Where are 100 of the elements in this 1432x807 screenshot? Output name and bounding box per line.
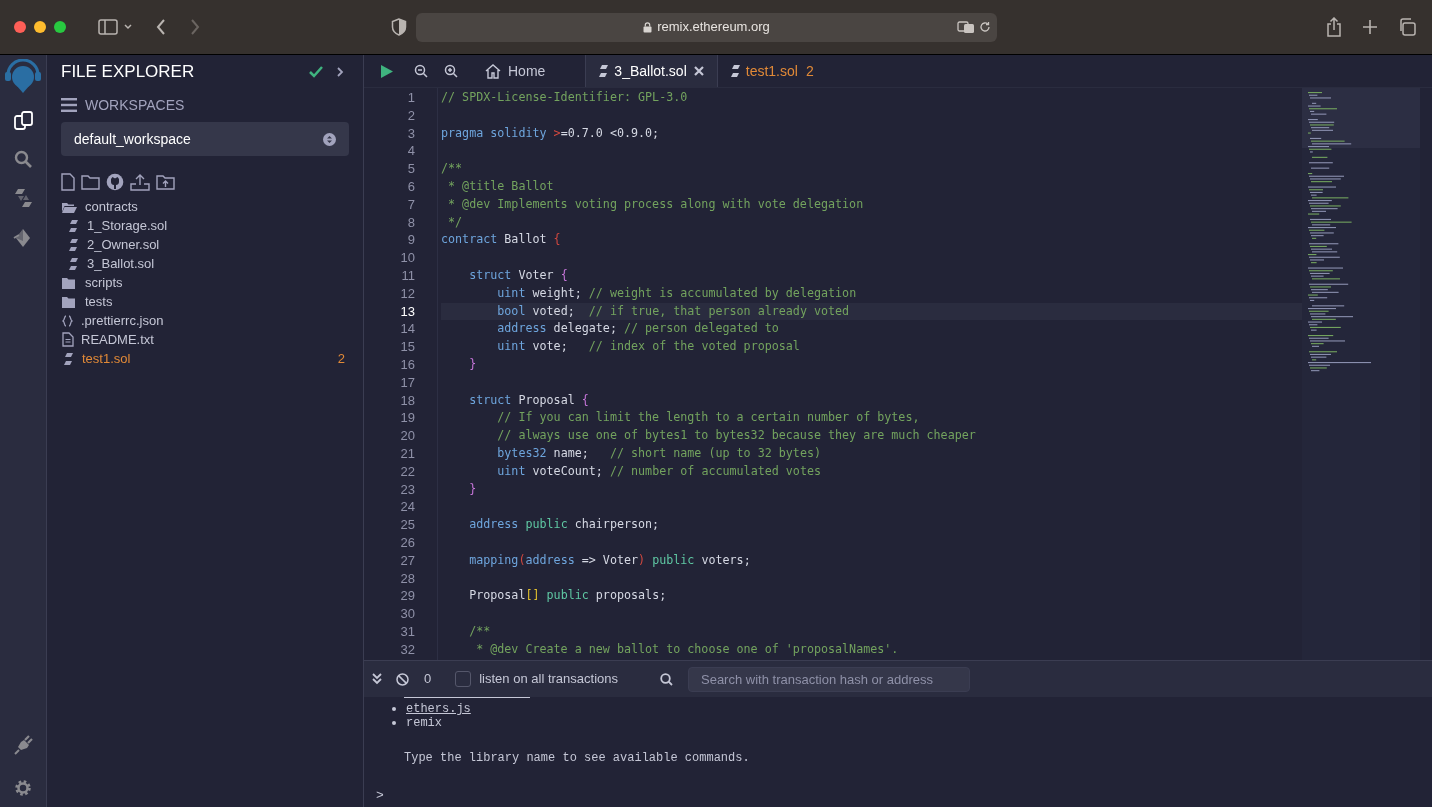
file-tree-item[interactable]: scripts: [61, 273, 349, 292]
code-token: pragma solidity: [441, 124, 548, 142]
address-bar[interactable]: remix.ethereum.org: [416, 12, 997, 42]
upload-folder-icon[interactable]: [156, 174, 175, 190]
settings-icon[interactable]: [14, 779, 32, 797]
line-number: 7: [406, 195, 416, 214]
listen-checkbox[interactable]: [455, 671, 472, 687]
zoom-out-icon[interactable]: [414, 64, 428, 78]
code-token: uint: [496, 284, 526, 302]
code-token: mapping: [468, 551, 519, 569]
select-arrows-icon: [323, 132, 336, 146]
library-link[interactable]: ethers.js: [406, 700, 471, 718]
file-tree-item[interactable]: .prettierrc.json: [61, 311, 349, 330]
line-number: 19: [399, 409, 416, 428]
shield-icon[interactable]: [391, 18, 407, 36]
code-comment: * @dev Implements voting process along with vote delegation: [447, 195, 864, 213]
code-token: {: [553, 231, 561, 249]
terminal-prompt[interactable]: >: [376, 785, 384, 805]
code-token: name;: [552, 444, 590, 462]
bullet-icon: [392, 707, 396, 711]
code-comment: // SPDX-License-Identifier: GPL-3.0: [441, 89, 688, 106]
reload-icon[interactable]: [979, 21, 991, 33]
tab-overview-icon[interactable]: [1398, 18, 1416, 36]
line-number: 23: [399, 480, 416, 499]
code-token: uint: [496, 338, 526, 356]
line-number: 24: [399, 498, 416, 517]
code-token: bool: [496, 302, 526, 320]
minimize-window-button[interactable]: [34, 21, 46, 33]
library-name: remix: [406, 715, 442, 732]
line-number: 4: [406, 142, 416, 161]
code-comment: // weight is accumulated by delegation: [588, 284, 857, 302]
menu-icon[interactable]: [61, 98, 77, 112]
code-token: voted;: [531, 302, 576, 320]
file-tree-item[interactable]: README.txt: [61, 330, 349, 349]
code-token: Ballot: [503, 231, 548, 249]
run-icon[interactable]: [380, 63, 394, 79]
line-number: 12: [399, 284, 416, 303]
transaction-search-field[interactable]: Search with transaction hash or address: [688, 666, 970, 692]
upload-icon[interactable]: [130, 173, 150, 191]
code-token: =0.7.0 <0.9.0;: [560, 124, 660, 142]
workspace-select[interactable]: default_workspace: [61, 122, 349, 156]
editor-tab[interactable]: 3_Ballot.sol: [585, 55, 718, 87]
search-icon[interactable]: [14, 150, 32, 168]
code-token: {: [581, 391, 589, 409]
editor-tab[interactable]: test1.sol 2: [717, 55, 826, 87]
back-icon[interactable]: [155, 18, 167, 36]
solidity-file-icon: [63, 351, 73, 366]
solidity-file-icon: [598, 64, 609, 78]
code-token: uint: [496, 462, 526, 480]
code-token: }: [468, 480, 477, 498]
file-tree-item[interactable]: 1_Storage.sol: [61, 216, 349, 235]
solidity-file-icon: [68, 256, 78, 271]
code-token: vote;: [531, 338, 569, 356]
files-icon[interactable]: [13, 111, 33, 130]
bullet-icon: [392, 721, 396, 725]
file-tree-item[interactable]: tests: [61, 292, 349, 311]
editor-tab[interactable]: Home: [472, 55, 586, 87]
new-file-icon[interactable]: [61, 173, 75, 191]
code-comment: * @title Ballot: [447, 178, 554, 195]
close-window-button[interactable]: [14, 21, 26, 33]
line-number: 30: [399, 605, 416, 623]
minimap-drawing[interactable]: [1302, 88, 1420, 660]
line-number: 10: [399, 249, 416, 267]
chevron-right-icon[interactable]: [337, 67, 344, 77]
zoom-in-icon[interactable]: [444, 64, 458, 78]
chevron-down-icon[interactable]: [123, 23, 133, 31]
file-tree-item[interactable]: 2_Owner.sol: [61, 235, 349, 254]
code-comment: /**: [468, 622, 491, 640]
solidity-file-icon: [729, 64, 740, 78]
close-icon[interactable]: [692, 65, 705, 77]
line-number: 22: [399, 462, 416, 481]
code-comment: // short name (up to 32 bytes): [609, 444, 821, 462]
code-token: address: [468, 516, 519, 534]
code-token: public: [651, 551, 695, 569]
line-number: 8: [406, 213, 416, 232]
file-tree-item[interactable]: contracts: [61, 197, 349, 216]
plug-icon[interactable]: [13, 735, 33, 755]
solidity-file-icon: [68, 218, 78, 233]
line-number: 20: [399, 427, 416, 445]
line-number: 1: [406, 89, 416, 107]
share-icon[interactable]: [1326, 17, 1342, 37]
file-tree-item[interactable]: 3_Ballot.sol: [61, 254, 349, 273]
line-number: 3: [406, 124, 416, 143]
file-tree-item[interactable]: test1.sol 2: [61, 349, 349, 368]
new-tab-icon[interactable]: [1362, 19, 1378, 35]
translate-icon[interactable]: [957, 20, 975, 34]
code-token: delegate;: [552, 320, 618, 338]
line-number: 13: [399, 302, 416, 321]
line-number: 26: [399, 533, 416, 552]
code-token: struct: [468, 391, 512, 409]
collapse-icon[interactable]: [372, 673, 382, 685]
sidebar-toggle-icon[interactable]: [98, 19, 118, 35]
zoom-window-button[interactable]: [54, 21, 66, 33]
new-folder-icon[interactable]: [81, 174, 100, 190]
code-token: public: [545, 587, 589, 605]
code-token: voteCount;: [531, 462, 604, 480]
line-number: 27: [399, 551, 416, 570]
code-token: address: [496, 320, 547, 338]
search-icon[interactable]: [660, 672, 673, 686]
clear-icon[interactable]: [396, 672, 409, 686]
